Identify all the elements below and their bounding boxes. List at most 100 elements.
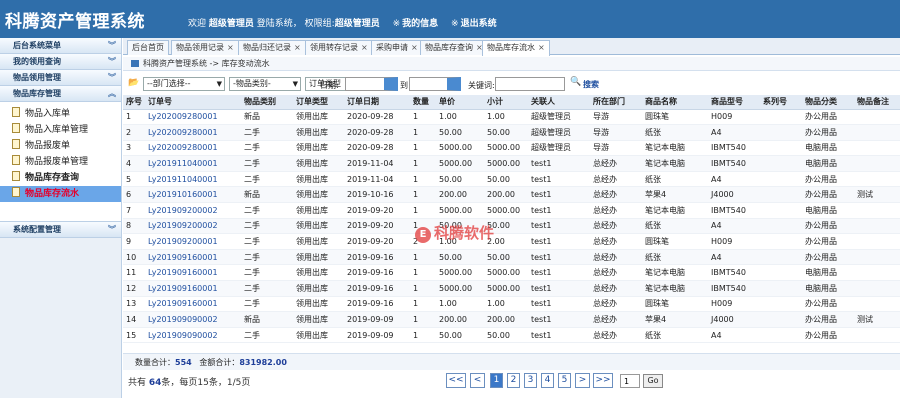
table-cell: 领用出库 <box>293 233 344 250</box>
table-cell: 圆珠笔 <box>642 233 708 250</box>
department-select[interactable]: --部门选择-- ▼ <box>143 77 225 91</box>
close-icon[interactable]: × <box>538 43 545 52</box>
table-cell: 办公用品 <box>802 249 854 266</box>
close-icon[interactable]: × <box>294 43 301 52</box>
order-number-link[interactable]: Ly201909160001 <box>145 296 241 313</box>
order-number-link[interactable]: Ly202009280001 <box>145 140 241 157</box>
sidebar-item-inventory-query[interactable]: 物品库存查询 <box>0 170 121 186</box>
order-number-link[interactable]: Ly201909200001 <box>145 233 241 250</box>
tab-home[interactable]: 后台首页 <box>127 40 169 55</box>
table-cell: 领用出库 <box>293 124 344 141</box>
first-page-button[interactable]: << <box>446 373 466 388</box>
close-icon[interactable]: × <box>361 43 368 52</box>
tab-purchase-request[interactable]: 采购申请 × <box>371 40 423 55</box>
table-cell: 50.00 <box>436 171 484 188</box>
table-cell: 笔记本电脑 <box>642 280 708 297</box>
sidebar-item-stock-in[interactable]: 物品入库单 <box>0 106 121 122</box>
table-cell: 5000.00 <box>436 264 484 282</box>
order-number-link[interactable]: Ly201909160001 <box>145 249 241 266</box>
order-number-link[interactable]: Ly201910160001 <box>145 186 241 204</box>
order-number-link[interactable]: Ly201909090002 <box>145 327 241 344</box>
table-cell: 50.00 <box>484 249 528 266</box>
keyword-input[interactable] <box>495 77 565 91</box>
tab-transfer-records[interactable]: 领用转存记录 × <box>305 40 373 55</box>
order-number-link[interactable]: Ly201909200002 <box>145 218 241 235</box>
page-button-1[interactable]: 1 <box>490 373 503 388</box>
tab-inventory-flow[interactable]: 物品库存流水 × <box>482 40 550 56</box>
amount-total-label: 金额合计： <box>199 358 240 367</box>
page-button-2[interactable]: 2 <box>507 373 520 388</box>
table-cell: 总经办 <box>590 218 642 235</box>
table-cell: 苹果4 <box>642 186 708 204</box>
table-cell: 笔记本电脑 <box>642 202 708 219</box>
logout-link[interactable]: 退出系统 <box>461 19 497 29</box>
close-icon[interactable]: × <box>411 43 418 52</box>
end-date-field[interactable] <box>409 77 461 91</box>
order-number-link[interactable]: Ly201911040001 <box>145 171 241 188</box>
table-cell: IBMT540 <box>708 140 760 157</box>
column-header: 订单日期 <box>344 95 410 110</box>
search-button[interactable]: 搜索 <box>583 79 599 90</box>
table-cell: 圆珠笔 <box>642 109 708 126</box>
order-number-link[interactable]: Ly202009280001 <box>145 109 241 126</box>
next-page-button[interactable]: > <box>575 373 590 388</box>
close-icon[interactable]: × <box>227 43 234 52</box>
column-header: 物品分类 <box>802 95 854 110</box>
table-cell: 50.00 <box>436 249 484 266</box>
table-cell: 1 <box>410 264 436 282</box>
order-number-link[interactable]: Ly201911040001 <box>145 155 241 172</box>
sidebar-menu-requisition-management[interactable]: 物品领用管理 ︾ <box>0 70 121 86</box>
table-cell: 总经办 <box>590 327 642 344</box>
page-button-3[interactable]: 3 <box>524 373 537 388</box>
prev-page-button[interactable]: < <box>470 373 485 388</box>
table-cell: A4 <box>708 124 760 141</box>
table-cell: 笔记本电脑 <box>642 264 708 282</box>
table-cell: 50.00 <box>484 171 528 188</box>
login-text: 登陆系统， <box>256 19 302 29</box>
table-cell: test1 <box>528 218 590 235</box>
page-number-input[interactable] <box>620 374 640 388</box>
date-label: 日期: <box>320 81 339 90</box>
sidebar-menu-inventory-management[interactable]: 物品库存管理 ︽ <box>0 86 121 102</box>
sidebar-menu-system-config[interactable]: 系统配置管理 ︾ <box>0 222 121 238</box>
my-info-link[interactable]: 我的信息 <box>402 19 438 29</box>
table-cell: test1 <box>528 171 590 188</box>
sidebar-menu-label: 物品库存管理 <box>13 89 61 98</box>
sidebar-item-stock-in-management[interactable]: 物品入库单管理 <box>0 122 121 138</box>
tab-requisition-records[interactable]: 物品领用记录 × <box>171 40 239 55</box>
start-date-field[interactable] <box>345 77 398 91</box>
category-select[interactable]: -物品类别- ▼ <box>229 77 301 91</box>
sidebar-item-inventory-flow[interactable]: 物品库存流水 <box>0 186 121 202</box>
table-row: 5 Ly201911040001 二手 领用出库 2019-11-04 1 50.00 50.… <box>123 171 900 188</box>
order-number-link[interactable]: Ly201909200002 <box>145 202 241 219</box>
sidebar-item-scrap[interactable]: 物品报废单 <box>0 138 121 154</box>
table-cell: 5000.00 <box>484 140 528 157</box>
table-cell: 2020-09-28 <box>344 140 410 157</box>
table-cell: 办公用品 <box>802 218 854 235</box>
table-cell: 二手 <box>241 249 293 266</box>
table-cell <box>854 327 900 344</box>
table-cell: test1 <box>528 311 590 328</box>
page-button-4[interactable]: 4 <box>541 373 554 388</box>
table-cell: 2019-09-20 <box>344 202 410 219</box>
go-button[interactable]: Go <box>643 374 663 388</box>
order-number-link[interactable]: Ly202009280001 <box>145 124 241 141</box>
order-number-link[interactable]: Ly201909160001 <box>145 264 241 282</box>
table-cell: 50.00 <box>484 124 528 141</box>
tab-return-records[interactable]: 物品归还记录 × <box>238 40 306 55</box>
table-cell <box>760 249 802 266</box>
sidebar-item-label: 物品入库单 <box>25 109 71 119</box>
order-number-link[interactable]: Ly201909090002 <box>145 311 241 328</box>
search-icon[interactable]: 🔍 <box>570 77 581 87</box>
tab-inventory-query[interactable]: 物品库存查询 × <box>420 40 488 55</box>
order-number-link[interactable]: Ly201909160001 <box>145 280 241 297</box>
page-button-5[interactable]: 5 <box>558 373 571 388</box>
table-cell: 电脑用品 <box>802 155 854 172</box>
table-cell: 2 <box>123 124 145 141</box>
table-row: 11 Ly201909160001 二手 领用出库 2019-09-16 1 5000.00… <box>123 264 900 282</box>
sidebar-menu-backend[interactable]: 后台系统菜单 ︾ <box>0 38 121 54</box>
sidebar-item-scrap-management[interactable]: 物品报废单管理 <box>0 154 121 170</box>
last-page-button[interactable]: >> <box>593 373 613 388</box>
table-row: 12 Ly201909160001 二手 领用出库 2019-09-16 1 5000.00… <box>123 280 900 297</box>
sidebar-menu-my-requisitions[interactable]: 我的领用查询 ︾ <box>0 54 121 70</box>
